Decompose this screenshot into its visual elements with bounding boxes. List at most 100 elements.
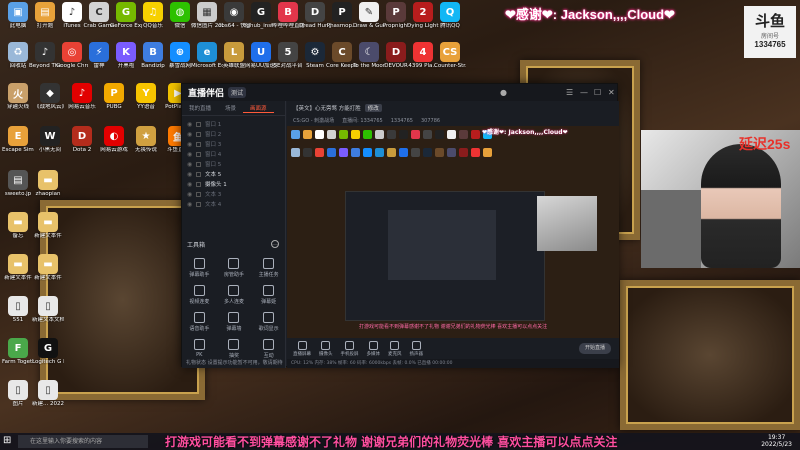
eye-icon[interactable]: ◉	[187, 201, 196, 208]
scene-item[interactable]: ◉ 窗口 4	[182, 149, 285, 159]
toolbox-more-icon[interactable]: …	[271, 240, 279, 248]
desktop-icon[interactable]: P PUBG	[98, 83, 130, 110]
avatar[interactable]: ●	[500, 88, 507, 97]
eye-icon[interactable]: ◉	[187, 181, 196, 188]
scene-item[interactable]: ◉ 窗口 5	[182, 159, 285, 169]
desktop-icon[interactable]: 火穿越火线	[2, 83, 34, 110]
tool-button[interactable]: 房管助手	[217, 258, 252, 278]
desktop-icon[interactable]: GLogitech G HUB	[32, 338, 64, 365]
eye-icon[interactable]: ◉	[187, 121, 196, 128]
scene-item[interactable]: ◉ 摄像头 1	[182, 179, 285, 189]
desktop-icon[interactable]: ♪ 网易云音乐	[66, 83, 98, 110]
taskbar-clock[interactable]: 19:37 2022/5/23	[761, 434, 792, 448]
preview-mini-icon	[315, 130, 324, 139]
desktop-icon-label: zhaopian	[35, 191, 61, 197]
scene-label: 文本 3	[205, 192, 222, 198]
eye-icon[interactable]: ◉	[187, 131, 196, 138]
tool-button[interactable]: 弹幕墙	[217, 312, 252, 332]
desktop-icon[interactable]: ★ 无畏传说	[130, 126, 162, 153]
desktop-icon[interactable]: ▯新建文本文档 (3)	[32, 296, 64, 323]
scene-item[interactable]: ◉ 窗口 2	[182, 129, 285, 139]
desktop-icon[interactable]: CSCounter-Str... Global Offe...	[434, 42, 466, 69]
desktop-icon-label: 穿越火线	[6, 104, 29, 110]
preview-mini-icon	[411, 130, 420, 139]
scene-item[interactable]: ◉ 文本 4	[182, 199, 285, 209]
app-icon: ▬	[38, 254, 58, 274]
tool-button[interactable]: 弹幕姬	[251, 285, 286, 305]
desktop-icon[interactable]: ◐ 网易云游戏	[98, 126, 130, 153]
stream-source-button[interactable]: 麦克风	[388, 340, 402, 357]
close-icon[interactable]: ✕	[608, 88, 615, 97]
stream-source-button[interactable]: 手机投屏	[341, 340, 359, 357]
desktop-icon[interactable]: ▬ 备忘	[2, 212, 34, 239]
desktop-icon[interactable]: ▤ sweeto.jp	[2, 170, 34, 197]
desktop-icon[interactable]: EEscape Simulator	[2, 126, 34, 153]
app-version-badge[interactable]: 测试	[228, 87, 247, 98]
desktop-icon-label: 551	[12, 317, 24, 323]
scene-item[interactable]: ◉ 窗口 3	[182, 139, 285, 149]
desktop-icon[interactable]: D Dota 2	[66, 126, 98, 153]
scene-item[interactable]: ◉ 窗口 1	[182, 119, 285, 129]
stream-source-button[interactable]: 摄像头	[319, 340, 333, 357]
maximize-icon[interactable]: ☐	[594, 88, 601, 97]
app-icon: ★	[136, 126, 156, 146]
eye-icon[interactable]: ◉	[187, 151, 196, 158]
panel-tab[interactable]: 我的直播	[182, 104, 218, 112]
source-icon	[297, 340, 307, 350]
tool-button[interactable]: 视频连麦	[182, 285, 217, 305]
scene-item[interactable]: ◉ 文本 3	[182, 189, 285, 199]
tool-button[interactable]: 歌词显示	[251, 312, 286, 332]
taskbar-search-input[interactable]: 在这里输入你要搜索的内容	[18, 435, 148, 448]
menu-icon[interactable]: ☰	[566, 88, 573, 97]
desktop-icon[interactable]: ▬ 新建文本件	[2, 254, 34, 281]
app-icon: ▯	[8, 380, 28, 400]
desktop-icon[interactable]: ▯ 图片	[2, 380, 34, 407]
desktop-icon[interactable]: ▬ 新建文本件	[32, 254, 64, 281]
streaming-app-window: 直播伴侣 测试 ● ☰ — ☐ ✕ 我的直播 场景 画面源 ◉ 窗口 1 ◉ 窗口 2 ◉ 窗…	[181, 83, 619, 368]
desktop-icon[interactable]: ▬ 新建文本件	[32, 212, 64, 239]
minimize-icon[interactable]: —	[580, 88, 588, 97]
preview-caption: 打游戏可能看不到弹幕感谢不了礼物 谢谢兄弟们的礼物荧光棒 喜欢主播可以点点关注	[359, 324, 548, 330]
desktop-icon[interactable]: ▯ 551	[2, 296, 34, 323]
stream-source-button[interactable]: 直播屏幕	[293, 340, 311, 357]
tool-button[interactable]: 多人连麦	[217, 285, 252, 305]
eye-icon[interactable]: ◉	[187, 191, 196, 198]
left-footer: 礼物状态 设置提示功能暂不可用，敬请期待	[186, 360, 283, 366]
tool-label: 多人连麦	[223, 299, 244, 305]
desktop-icon[interactable]: ▯新建... 2022年5...	[32, 380, 64, 407]
preview-mini-icon	[351, 130, 360, 139]
app-icon: ♪	[72, 83, 92, 103]
panel-tab[interactable]: 场景	[218, 104, 243, 112]
source-label: 摄像头	[319, 351, 333, 357]
tool-label: 弹幕助手	[189, 272, 210, 278]
preview-mini-icon	[435, 148, 444, 157]
start-live-button[interactable]: 开始直播	[579, 343, 611, 354]
tool-button[interactable]: 主播任务	[251, 258, 286, 278]
preview-nested-window	[345, 191, 545, 321]
panel-tab[interactable]: 画面源	[243, 104, 274, 113]
tool-button[interactable]: 抽奖	[217, 339, 252, 359]
eye-icon[interactable]: ◉	[187, 161, 196, 168]
tool-button[interactable]: 互动	[251, 339, 286, 359]
desktop-icon[interactable]: ▬ zhaopian	[32, 170, 64, 197]
eye-icon[interactable]: ◉	[187, 141, 196, 148]
desktop-icon[interactable]: FFarm Together	[2, 338, 34, 365]
scene-item[interactable]: ◉ 文本 5	[182, 169, 285, 179]
desktop-icon[interactable]: W 小黑无间	[34, 126, 66, 153]
desktop-icon[interactable]: Q 腾讯QQ	[434, 2, 466, 29]
desktop-icon[interactable]: ◆ 《战地风云》	[34, 83, 66, 110]
windows-start-icon[interactable]: ⊞	[3, 436, 13, 446]
eye-icon[interactable]: ◉	[187, 171, 196, 178]
tool-icon	[263, 339, 275, 350]
tool-button[interactable]: PK	[182, 339, 217, 359]
tool-button[interactable]: 语音助手	[182, 312, 217, 332]
preview-mini-icon	[327, 130, 336, 139]
tool-icon	[263, 312, 275, 323]
stream-edit-button[interactable]: 修改	[364, 104, 382, 112]
preview-desktop-icons	[289, 128, 499, 198]
stream-source-button[interactable]: 扬声器	[410, 340, 423, 357]
stream-source-button[interactable]: 多媒体	[367, 340, 380, 357]
tool-button[interactable]: 弹幕助手	[182, 258, 217, 278]
desktop-icon[interactable]: Y YY语音	[130, 83, 162, 110]
stream-preview: ❤感谢❤: Jackson,,,,Cloud❤ 打游戏可能看不到弹幕感谢不了礼物…	[287, 126, 619, 338]
